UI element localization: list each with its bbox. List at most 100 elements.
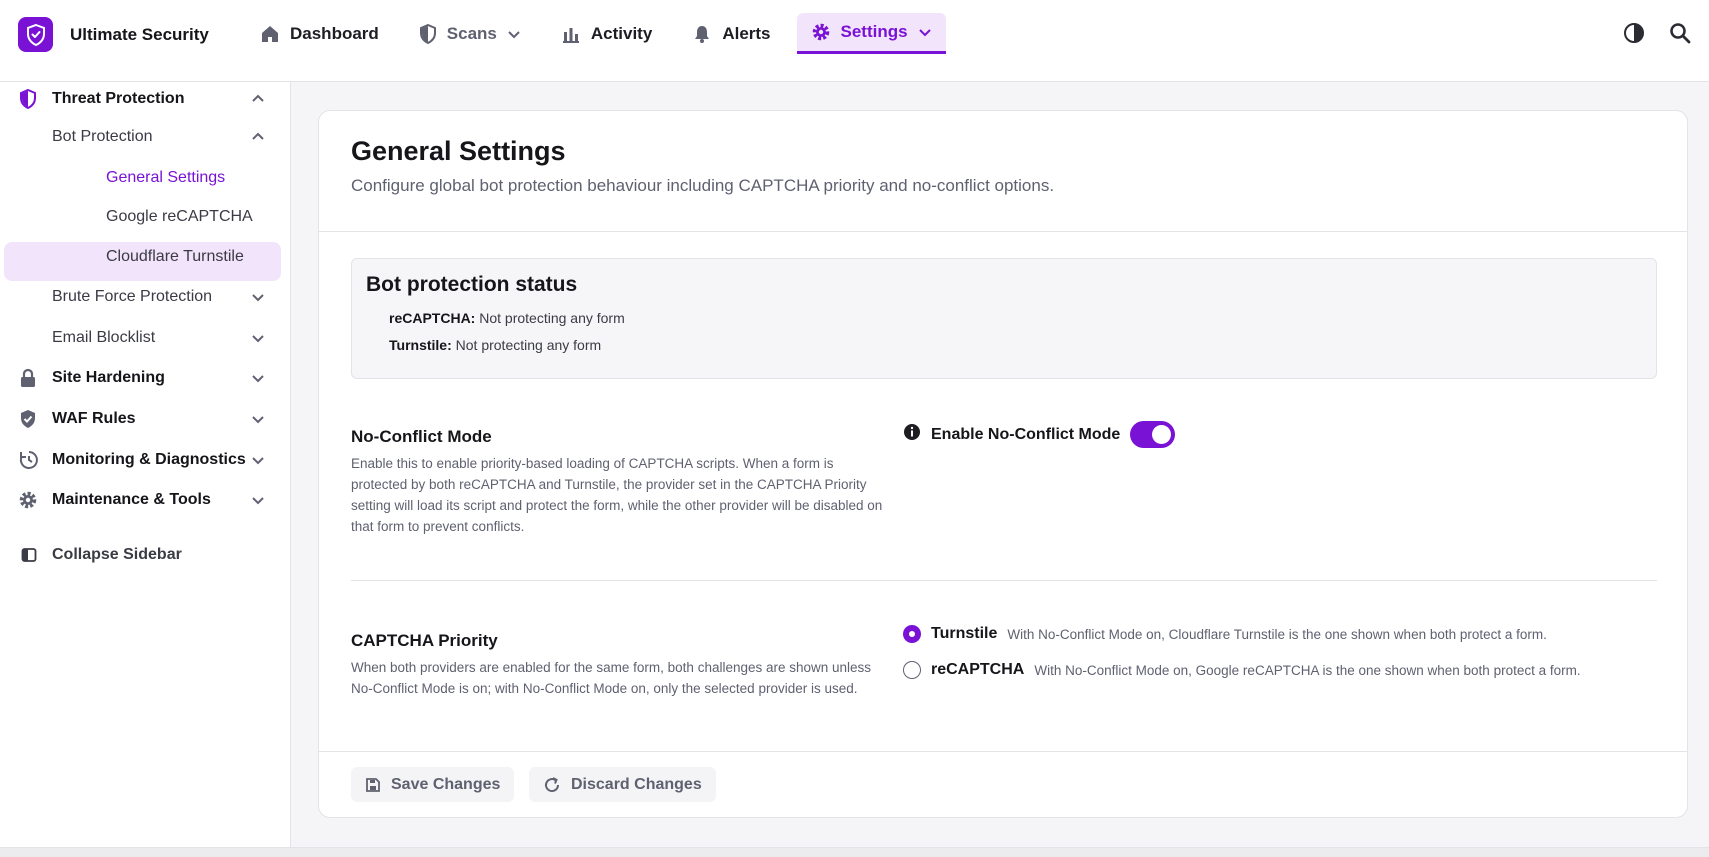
clock-history-icon [18,449,40,471]
sidebar-item-label: General Settings [106,169,226,186]
chevron-up-icon [250,91,266,107]
page-subtitle: Configure global bot protection behaviou… [351,176,1055,195]
radio-recaptcha[interactable] [903,661,921,679]
chevron-down-icon [250,452,266,468]
gear-icon [811,22,831,42]
nav-activity-label: Activity [590,23,653,43]
radio-turnstile[interactable] [903,625,921,643]
home-icon [260,24,280,44]
nav-settings-label: Settings [840,22,908,41]
sidebar-item-label: WAF Rules [52,410,136,427]
sidebar-item-maintenance[interactable]: Maintenance & Tools [0,483,291,517]
chevron-down-icon [250,289,266,305]
no-conflict-toggle-label: Enable No-Conflict Mode [931,425,1121,443]
sidebar-item-site-hardening[interactable]: Site Hardening [0,361,291,395]
status-title: Bot protection status [366,273,578,296]
discard-button-label: Discard Changes [571,775,702,793]
top-right-actions [1599,22,1691,44]
shield-icon [419,23,437,44]
gear-icon [18,490,38,510]
brand-name: Ultimate Security [70,24,209,44]
top-navigation-bar: Ultimate Security Dashboard Scans Activi… [0,0,1709,82]
sidebar-item-label: Brute Force Protection [52,288,213,305]
divider [351,580,1657,581]
sidebar-item-brute-force-protection[interactable]: Brute Force Protection [0,280,291,314]
status-turnstile: Turnstile: Not protecting any form [389,337,601,353]
nav-dashboard[interactable]: Dashboard [246,13,393,54]
discard-button[interactable]: Discard Changes [529,767,716,802]
captcha-priority-title: CAPTCHA Priority [351,631,498,650]
toggle-knob [1152,425,1172,444]
nav-scans[interactable]: Scans [405,13,535,54]
page-title: General Settings [351,136,566,166]
no-conflict-control: Enable No-Conflict Mode [903,421,1176,448]
chevron-down-icon [507,27,521,41]
no-conflict-description: Enable this to enable priority-based loa… [351,456,883,534]
no-conflict-title: No-Conflict Mode [351,427,492,446]
save-button-label: Save Changes [391,775,501,793]
sidebar-item-general-settings[interactable]: General Settings [0,161,291,195]
info-icon[interactable] [903,423,921,446]
bot-protection-status-panel: Bot protection status reCAPTCHA: Not pro… [351,258,1657,379]
collapse-sidebar-button[interactable]: Collapse Sidebar [0,538,291,572]
theme-toggle-icon[interactable] [1623,22,1645,44]
status-recaptcha-label: reCAPTCHA: [389,310,476,326]
priority-option-recaptcha[interactable]: reCAPTCHA With No-Conflict Mode on, Goog… [903,661,1581,679]
lock-icon [18,368,38,388]
status-recaptcha: reCAPTCHA: Not protecting any form [389,310,625,326]
chevron-down-icon [918,25,932,39]
bar-chart-icon [561,24,581,44]
captcha-priority-description: When both providers are enabled for the … [351,660,872,696]
sidebar-item-email-blocklist[interactable]: Email Blocklist [0,321,291,355]
sidebar-item-label: Site Hardening [52,369,165,386]
sidebar-item-label: Cloudflare Turnstile [106,248,244,265]
save-button[interactable]: Save Changes [351,767,515,802]
sidebar-item-label: Threat Protection [52,90,185,107]
brand[interactable]: Ultimate Security [18,17,209,52]
nav-dashboard-label: Dashboard [290,23,379,43]
save-icon [365,777,381,793]
nav-scans-label: Scans [446,23,497,43]
chevron-down-icon [250,330,266,346]
status-turnstile-value: Not protecting any form [451,337,602,353]
radio-turnstile-description: With No-Conflict Mode on, Cloudflare Tur… [1007,626,1547,642]
main-nav: Dashboard Scans Activity Alerts Settings [246,13,958,54]
sidebar-item-label: Email Blocklist [52,329,156,346]
nav-settings[interactable]: Settings [796,13,946,54]
radio-recaptcha-label: reCAPTCHA [931,661,1025,678]
sidebar-item-waf-rules[interactable]: WAF Rules [0,402,291,436]
sidebar-item-bot-protection[interactable]: Bot Protection [0,120,291,154]
settings-card: General Settings Configure global bot pr… [318,110,1688,818]
sidebar: Threat Protection Bot Protection General… [0,82,291,847]
radio-turnstile-label: Turnstile [931,625,998,642]
shield-check-logo-icon [18,17,53,52]
shield-half-icon [18,89,38,109]
no-conflict-toggle[interactable] [1130,421,1176,448]
collapse-sidebar-label: Collapse Sidebar [52,546,182,563]
radio-recaptcha-description: With No-Conflict Mode on, Google reCAPTC… [1034,662,1581,678]
chevron-up-icon [250,129,266,145]
chevron-down-icon [250,370,266,386]
priority-option-turnstile[interactable]: Turnstile With No-Conflict Mode on, Clou… [903,625,1547,643]
sidebar-item-google-recaptcha[interactable]: Google reCAPTCHA [0,200,291,234]
horizontal-scrollbar-track[interactable] [0,847,1709,857]
sidebar-item-label: Maintenance & Tools [52,491,211,508]
sidebar-item-label: Monitoring & Diagnostics [52,451,246,468]
search-icon[interactable] [1669,22,1691,44]
shield-check-icon [18,409,38,429]
sidebar-item-threat-protection[interactable]: Threat Protection [0,82,291,116]
sidebar-item-label: Bot Protection [52,128,153,145]
nav-alerts-label: Alerts [722,23,771,43]
chevron-down-icon [250,492,266,508]
sidebar-item-label: Google reCAPTCHA [106,208,253,225]
nav-activity[interactable]: Activity [547,13,666,54]
divider [319,751,1687,752]
status-recaptcha-value: Not protecting any form [475,310,625,326]
sidebar-item-cloudflare-turnstile[interactable]: Cloudflare Turnstile [0,240,291,274]
nav-alerts[interactable]: Alerts [678,13,784,54]
status-turnstile-label: Turnstile: [389,337,452,353]
refresh-icon [543,776,561,794]
sidebar-collapse-icon [21,547,37,563]
sidebar-item-monitoring[interactable]: Monitoring & Diagnostics [0,443,291,477]
bell-icon [692,24,712,44]
